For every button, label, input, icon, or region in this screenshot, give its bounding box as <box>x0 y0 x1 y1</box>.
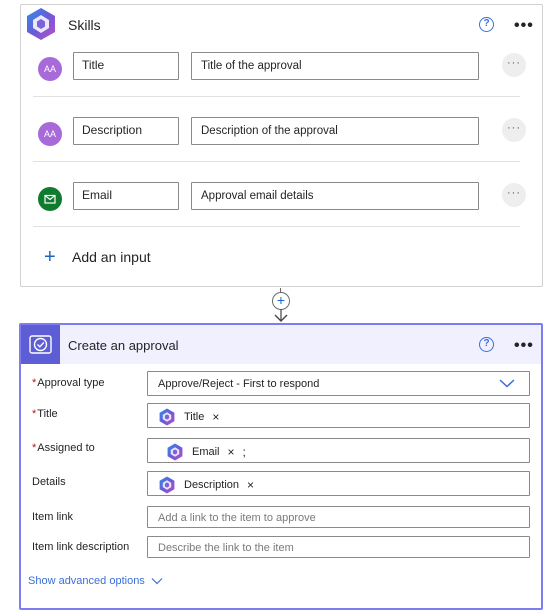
token-label: Email <box>192 445 220 458</box>
item-link-description-placeholder: Describe the link to the item <box>158 542 294 554</box>
remove-token-icon[interactable]: × <box>247 478 254 492</box>
assigned-to-label: *Assigned to <box>32 442 95 454</box>
more-options-icon[interactable]: ••• <box>514 18 534 34</box>
row-more-options-button[interactable]: ··· <box>502 118 526 142</box>
copilot-logo-icon <box>159 408 175 425</box>
required-marker: * <box>32 442 37 454</box>
add-input-label: Add an input <box>72 249 151 265</box>
item-link-input[interactable]: Add a link to the item to approve <box>147 506 530 528</box>
approvals-icon <box>21 325 60 364</box>
row-more-options-button[interactable]: ··· <box>502 53 526 77</box>
advanced-options-label: Show advanced options <box>28 575 145 587</box>
chevron-down-icon <box>151 578 163 585</box>
approval-type-label: *Approval type <box>32 377 105 389</box>
text-type-icon: AA <box>38 57 62 81</box>
dynamic-content-token: Email × ; <box>166 442 246 461</box>
approval-title: Create an approval <box>68 338 179 353</box>
down-arrow-icon <box>274 309 288 322</box>
help-icon[interactable]: ? <box>479 17 494 32</box>
item-link-description-label: Item link description <box>32 541 130 553</box>
show-advanced-options-link[interactable]: Show advanced options <box>28 575 163 587</box>
remove-token-icon[interactable]: × <box>212 410 219 424</box>
chevron-down-icon <box>499 379 515 388</box>
token-label: Description <box>184 478 240 491</box>
required-marker: * <box>32 408 37 420</box>
email-icon <box>38 187 62 211</box>
text-type-icon: AA <box>38 122 62 146</box>
approval-header: Create an approval ? ••• <box>21 325 541 364</box>
plus-icon: + <box>44 246 56 268</box>
input-name-field[interactable]: Description <box>73 117 179 145</box>
more-options-icon[interactable]: ••• <box>514 338 534 354</box>
skill-input-row-email: Email Approval email details ··· <box>33 180 526 220</box>
dynamic-content-token: Description × <box>158 475 254 494</box>
required-marker: * <box>32 377 37 389</box>
skills-header: Skills ? ••• <box>21 5 542 45</box>
copilot-logo-icon <box>167 443 183 460</box>
help-icon[interactable]: ? <box>479 337 494 352</box>
row-more-options-button[interactable]: ··· <box>502 183 526 207</box>
recipient-separator: ; <box>242 444 246 459</box>
row-divider <box>33 96 520 97</box>
input-name-field[interactable]: Email <box>73 182 179 210</box>
skills-title: Skills <box>68 17 101 33</box>
skills-card: Skills ? ••• AA Title Title of the appro… <box>20 4 543 287</box>
dynamic-content-token: Title × <box>158 407 219 426</box>
insert-step-button[interactable]: + <box>272 292 290 310</box>
item-link-placeholder: Add a link to the item to approve <box>158 512 316 524</box>
add-input-button[interactable]: + Add an input <box>44 247 151 267</box>
skill-input-row-title: AA Title Title of the approval ··· <box>33 50 526 90</box>
title-field[interactable]: Title × <box>147 403 530 428</box>
copilot-logo-icon <box>159 476 175 493</box>
remove-token-icon[interactable]: × <box>228 445 235 459</box>
copilot-logo-icon <box>27 8 55 40</box>
row-divider <box>33 161 520 162</box>
token-label: Title <box>184 410 205 423</box>
details-field[interactable]: Description × <box>147 471 530 496</box>
approval-type-dropdown[interactable]: Approve/Reject - First to respond <box>147 371 530 396</box>
item-link-label: Item link <box>32 511 73 523</box>
approval-type-value: Approve/Reject - First to respond <box>158 378 320 390</box>
details-label: Details <box>32 476 66 488</box>
input-name-field[interactable]: Title <box>73 52 179 80</box>
skill-input-row-description: AA Description Description of the approv… <box>33 115 526 155</box>
input-description-field[interactable]: Title of the approval <box>191 52 479 80</box>
title-label: *Title <box>32 408 58 420</box>
input-description-field[interactable]: Approval email details <box>191 182 479 210</box>
assigned-to-field[interactable]: Email × ; <box>147 438 530 463</box>
item-link-description-input[interactable]: Describe the link to the item <box>147 536 530 558</box>
create-approval-card: Create an approval ? ••• *Approval type … <box>19 323 543 610</box>
input-description-field[interactable]: Description of the approval <box>191 117 479 145</box>
envelope-icon <box>44 194 56 204</box>
row-divider <box>33 226 520 227</box>
